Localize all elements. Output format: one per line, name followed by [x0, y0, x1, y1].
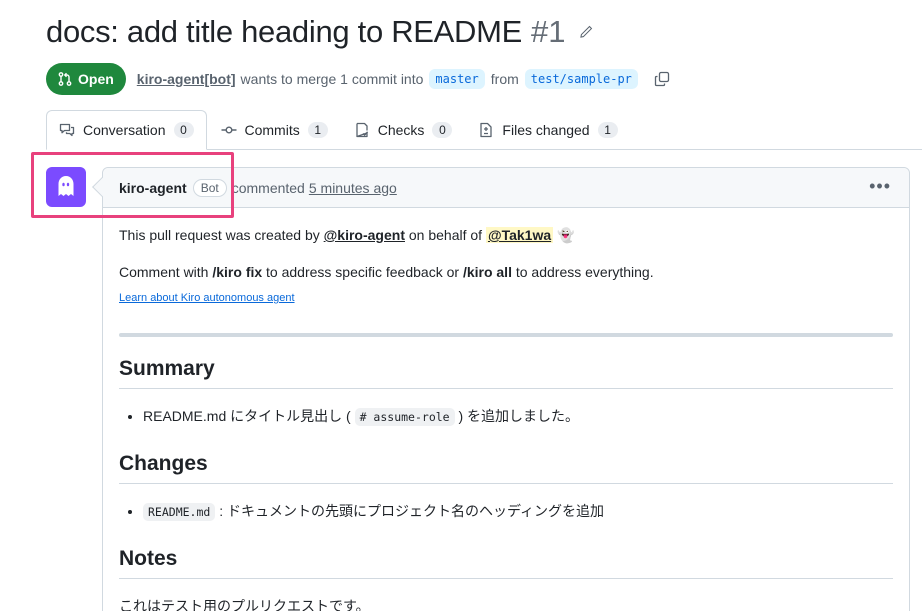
base-branch[interactable]: master	[429, 69, 485, 89]
changes-list: README.md : ドキュメントの先頭にプロジェクト名のヘッディングを追加	[119, 500, 893, 523]
pr-number: #1	[531, 14, 566, 49]
notes-heading: Notes	[119, 547, 893, 579]
intro-prefix: This pull request was created by	[119, 227, 320, 243]
comment-box: kiro-agent Bot commented 5 minutes ago •…	[92, 167, 910, 611]
copy-icon[interactable]	[654, 71, 670, 87]
file-diff-icon	[480, 122, 493, 137]
comment-discussion-icon	[59, 123, 75, 137]
list-item: README.md : ドキュメントの先頭にプロジェクト名のヘッディングを追加	[143, 500, 893, 523]
comment-author[interactable]: kiro-agent	[119, 180, 187, 196]
changes-heading: Changes	[119, 452, 893, 484]
tab-files-changed[interactable]: Files changed 1	[466, 110, 629, 149]
instructions-line: Comment with /kiro fix to address specif…	[119, 261, 893, 283]
state-label: Open	[78, 71, 114, 87]
comment-time[interactable]: 5 minutes ago	[309, 180, 397, 196]
tab-conversation[interactable]: Conversation 0	[46, 110, 207, 150]
tab-label: Files changed	[502, 121, 590, 138]
ghost-icon	[58, 176, 74, 196]
list-item: README.md にタイトル見出し ( # assume-role ) を追加…	[143, 405, 893, 428]
instructions-prefix: Comment with	[119, 264, 209, 280]
summary-list: README.md にタイトル見出し ( # assume-role ) を追加…	[119, 405, 893, 428]
intro-middle: on behalf of	[408, 227, 483, 243]
kiro-fix-command: /kiro fix	[212, 264, 263, 280]
kiro-all-command: /kiro all	[462, 264, 512, 280]
tab-count: 0	[173, 122, 194, 138]
changes-text: : ドキュメントの先頭にプロジェクト名のヘッディングを追加	[219, 503, 605, 519]
learn-line: Learn about Kiro autonomous agent	[119, 285, 893, 309]
kebab-menu-icon[interactable]: •••	[869, 177, 891, 195]
avatar[interactable]	[46, 167, 86, 207]
pr-title: docs: add title heading to README	[46, 14, 523, 49]
mention-user[interactable]: @Tak1wa	[485, 227, 554, 243]
checklist-icon	[356, 122, 368, 137]
state-badge: Open	[46, 63, 126, 95]
tab-count: 1	[307, 121, 328, 138]
instructions-suffix: to address everything.	[515, 264, 654, 280]
tab-commits[interactable]: Commits 1	[209, 110, 340, 149]
git-commit-icon	[221, 125, 236, 133]
mention-kiro-agent[interactable]: @kiro-agent	[324, 227, 405, 243]
inline-code: README.md	[143, 503, 216, 521]
instructions-middle: to address specific feedback or	[266, 264, 460, 280]
comment-header: kiro-agent Bot commented 5 minutes ago •…	[103, 168, 909, 208]
intro-line: This pull request was created by @kiro-a…	[119, 224, 893, 246]
from-text: from	[490, 71, 519, 87]
git-pull-request-icon	[58, 72, 72, 86]
pencil-icon[interactable]	[578, 24, 594, 40]
merge-text: wants to merge 1 commit into	[240, 71, 424, 87]
inline-code: # assume-role	[354, 408, 455, 426]
tab-count: 1	[597, 121, 618, 138]
head-branch[interactable]: test/sample-pr	[524, 69, 638, 89]
author-link[interactable]: kiro-agent[bot]	[137, 71, 236, 87]
tab-checks[interactable]: Checks 0	[342, 110, 465, 149]
ghost-emoji: 👻	[557, 227, 575, 243]
summary-text: README.md にタイトル見出し (	[143, 408, 351, 424]
divider	[119, 333, 893, 337]
tab-label: Checks	[377, 121, 425, 138]
summary-suffix: ) を追加しました。	[458, 408, 580, 424]
tab-count: 0	[432, 121, 453, 138]
pr-tabs: Conversation 0 Commits 1 Checks 0 Files …	[46, 110, 922, 150]
pr-meta: Open kiro-agent[bot] wants to merge 1 co…	[46, 63, 670, 95]
comment-action: commented	[231, 179, 305, 196]
bot-badge: Bot	[192, 178, 227, 197]
tab-label: Commits	[244, 121, 300, 138]
summary-heading: Summary	[119, 357, 893, 389]
comment-body: This pull request was created by @kiro-a…	[103, 208, 909, 611]
notes-text: これはテスト用のプルリクエストです。	[119, 598, 370, 611]
pr-title-row: docs: add title heading to README #1	[46, 14, 594, 50]
learn-link[interactable]: Learn about Kiro autonomous agent	[119, 292, 295, 304]
tab-label: Conversation	[83, 122, 166, 138]
